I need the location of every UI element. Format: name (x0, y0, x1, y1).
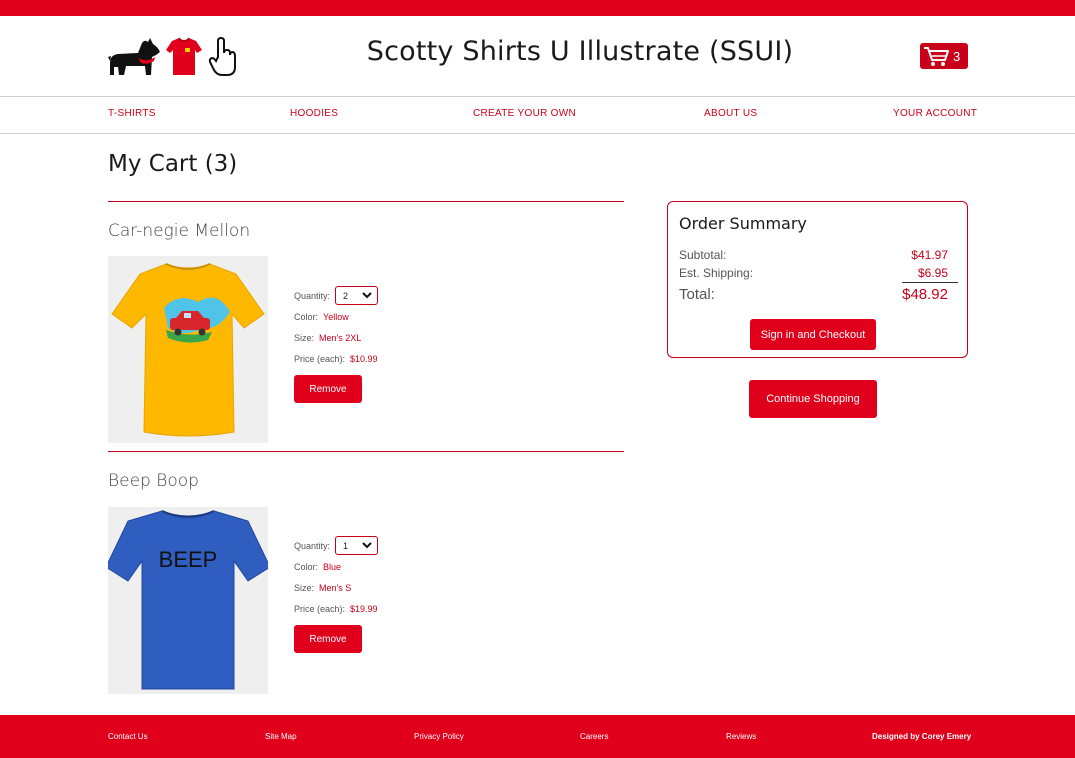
size-label: Size: (294, 332, 315, 343)
cart-button[interactable]: 3 (920, 43, 968, 69)
shipping-label: Est. Shipping: (679, 266, 754, 280)
color-label: Color: (294, 311, 319, 322)
subtotal-row: Subtotal: $41.97 (679, 248, 948, 262)
nav-item-your-account[interactable]: YOUR ACCOUNT (893, 108, 977, 119)
footer-link-careers[interactable]: Careers (580, 732, 608, 741)
cart-item-name: Car-negie Mellon (108, 221, 251, 241)
footer-link-privacy-policy[interactable]: Privacy Policy (414, 732, 464, 741)
sum-divider-line (902, 282, 958, 283)
color-value: Yellow (323, 311, 349, 322)
nav-item-create-your-own[interactable]: CREATE YOUR OWN (473, 108, 576, 119)
red-shirt-icon (166, 37, 202, 75)
site-logo[interactable] (108, 35, 238, 80)
price-label: Price (each): (294, 353, 346, 364)
subtotal-label: Subtotal: (679, 248, 727, 262)
footer-credit[interactable]: Designed by Corey Emery (872, 732, 971, 741)
scottie-dog-icon (108, 38, 160, 75)
footer-link-contact-us[interactable]: Contact Us (108, 732, 148, 741)
price-value: $10.99 (350, 353, 378, 364)
continue-shopping-button[interactable]: Continue Shopping (749, 380, 877, 418)
cart-item-image: BEEP (105, 507, 271, 694)
cart-item-details: Quantity: 1 Color: Blue Size: Men's S Pr… (294, 535, 379, 653)
pointer-hand-icon (208, 36, 236, 76)
subtotal-value: $41.97 (911, 248, 948, 262)
footer-link-reviews[interactable]: Reviews (726, 732, 756, 741)
quantity-select[interactable]: 1 (335, 536, 379, 555)
size-label: Size: (294, 582, 315, 593)
total-value: $48.92 (902, 286, 948, 303)
quantity-label: Quantity: (294, 290, 331, 301)
item-divider (108, 451, 624, 452)
shipping-row: Est. Shipping: $6.95 (679, 266, 948, 280)
cart-item-name: Beep Boop (108, 471, 199, 491)
cart-item-image (108, 256, 268, 443)
nav-item-hoodies[interactable]: HOODIES (290, 108, 338, 119)
order-summary-panel: Order Summary Subtotal: $41.97 Est. Ship… (667, 201, 968, 358)
quantity-value: 1 (343, 540, 349, 551)
order-summary-title: Order Summary (679, 214, 807, 233)
page-title: My Cart (3) (108, 151, 238, 177)
checkout-button[interactable]: Sign in and Checkout (750, 319, 876, 350)
shirt-print-text: BEEP (159, 547, 218, 572)
price-value: $19.99 (350, 603, 378, 614)
remove-button[interactable]: Remove (294, 375, 362, 403)
quantity-value: 2 (343, 290, 349, 301)
nav-item-t-shirts[interactable]: T-SHIRTS (108, 108, 156, 119)
cart-icon (924, 47, 949, 66)
main-nav: T-SHIRTS HOODIES CREATE YOUR OWN ABOUT U… (0, 96, 1075, 134)
site-title: Scotty Shirts U Illustrate (SSUI) (366, 36, 794, 67)
size-value: Men's S (319, 582, 352, 593)
site-footer: Contact Us Site Map Privacy Policy Caree… (0, 715, 1075, 758)
size-value: Men's 2XL (319, 332, 362, 343)
remove-button[interactable]: Remove (294, 625, 362, 653)
nav-item-about-us[interactable]: ABOUT US (704, 108, 757, 119)
chevron-down-icon (362, 292, 372, 299)
item-divider (108, 201, 624, 202)
footer-link-site-map[interactable]: Site Map (265, 732, 297, 741)
chevron-down-icon (362, 542, 372, 549)
color-value: Blue (323, 561, 342, 572)
quantity-select[interactable]: 2 (335, 286, 379, 305)
cart-count-badge: 3 (953, 48, 961, 64)
quantity-label: Quantity: (294, 540, 331, 551)
total-label: Total: (679, 286, 715, 303)
price-label: Price (each): (294, 603, 346, 614)
shipping-value: $6.95 (917, 266, 948, 280)
cart-item-details: Quantity: 2 Color: Yellow Size: Men's 2X… (294, 285, 379, 403)
site-header: Scotty Shirts U Illustrate (SSUI) 3 (0, 16, 1075, 96)
color-label: Color: (294, 561, 319, 572)
top-accent-bar (0, 0, 1075, 16)
total-row: Total: $48.92 (679, 286, 948, 303)
